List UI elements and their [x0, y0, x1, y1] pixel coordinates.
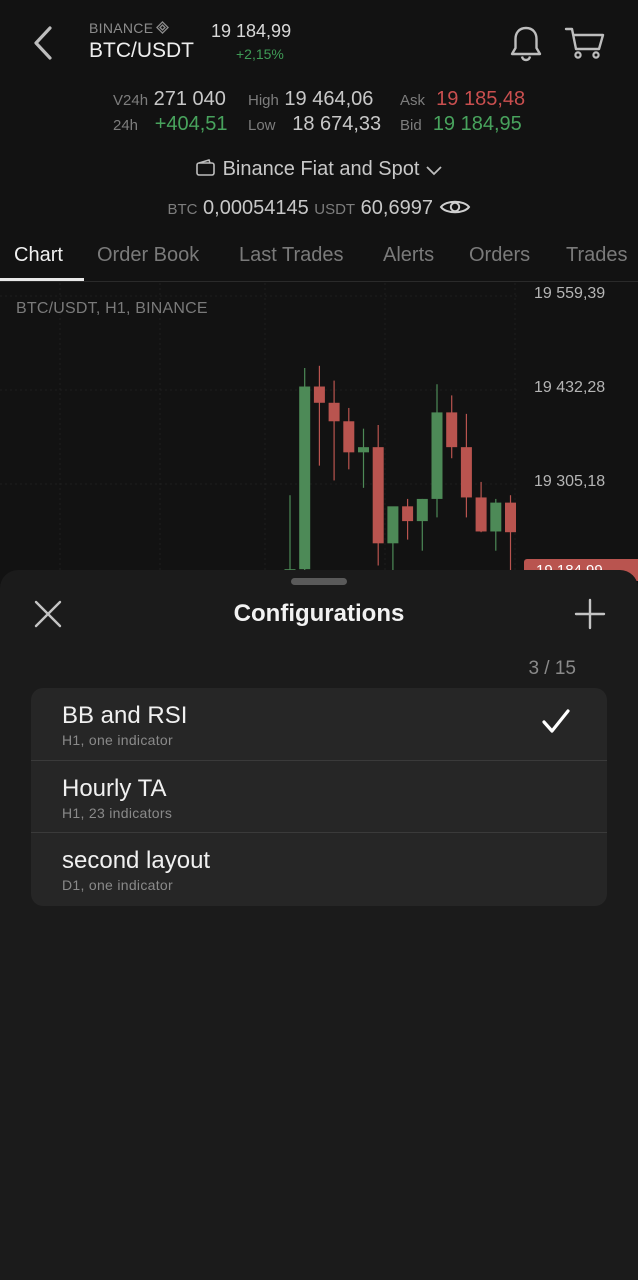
- price-chart[interactable]: BTC/USDT, H1, BINANCE 19 559,39 19 432,2…: [0, 283, 638, 583]
- configuration-name: second layout: [62, 847, 211, 874]
- cart-icon[interactable]: [564, 26, 606, 60]
- candle-body: [313, 386, 325, 403]
- configurations-count: 3 / 15: [528, 658, 576, 679]
- chart-title: BTC/USDT, H1, BINANCE: [16, 300, 208, 317]
- candle-body: [343, 421, 355, 453]
- chart-canvas: [0, 283, 520, 583]
- v24h-label: V24h: [113, 92, 149, 109]
- list-item[interactable]: Hourly TA H1, 23 indicators: [31, 761, 607, 833]
- plus-icon[interactable]: [572, 596, 608, 632]
- candle-body: [431, 412, 443, 499]
- last-price: 19 184,99: [211, 21, 292, 41]
- high-label: High: [248, 92, 279, 109]
- candle-body: [402, 506, 414, 522]
- wallet-icon: [196, 159, 215, 176]
- active-tab-indicator: [0, 278, 84, 281]
- price-axis-label: 19 305,18: [534, 473, 606, 490]
- configuration-details: D1, one indicator: [62, 877, 173, 893]
- account-selector[interactable]: Binance Fiat and Spot: [0, 158, 638, 181]
- tab-last-trades[interactable]: Last Trades: [239, 244, 344, 267]
- candle-body: [372, 447, 384, 544]
- exchange-label: BINANCE: [89, 20, 170, 36]
- balance-row: BTC 0,00054145 USDT 60,6997: [0, 197, 638, 220]
- sheet-title: Configurations: [233, 600, 405, 627]
- candle-body: [446, 412, 458, 448]
- configuration-name: Hourly TA: [62, 774, 167, 802]
- usdt-label: USDT: [314, 201, 356, 218]
- bell-icon[interactable]: [508, 24, 544, 62]
- candle-body: [505, 502, 516, 533]
- configuration-name: BB and RSI: [62, 702, 188, 729]
- list-item[interactable]: second layout D1, one indicator: [31, 833, 607, 906]
- candle-body: [299, 386, 311, 570]
- h24-label: 24h: [113, 117, 139, 134]
- pair-name[interactable]: BTC/USDT: [89, 39, 194, 63]
- btc-label: BTC: [167, 201, 198, 218]
- configuration-details: H1, 23 indicators: [62, 804, 173, 821]
- top-bar: BINANCE BTC/USDT 19 184,99 +2,15%: [0, 0, 638, 84]
- configurations-sheet: Configurations 3 / 15 BB and RSI H1, one…: [0, 570, 638, 1280]
- tab-chart[interactable]: Chart: [14, 244, 63, 267]
- tab-orders[interactable]: Orders: [469, 244, 530, 267]
- bid-label: Bid: [400, 117, 422, 134]
- list-item[interactable]: BB and RSI H1, one indicator: [31, 688, 607, 761]
- configuration-details: H1, one indicator: [62, 732, 173, 748]
- price-axis-label: 19 432,28: [534, 379, 606, 396]
- candle-body: [416, 498, 428, 522]
- candle-body: [387, 506, 399, 544]
- usdt-balance: 60,6997: [360, 197, 433, 219]
- candle-body: [358, 447, 369, 453]
- account-name: Binance Fiat and Spot: [222, 158, 420, 180]
- stats-right: Ask 19 185,48 Bid 19 184,95: [400, 88, 525, 136]
- price-change: +2,15%: [236, 46, 284, 62]
- eye-icon[interactable]: [439, 197, 471, 217]
- price-axis-label: 19 559,39: [534, 285, 606, 302]
- btc-balance: 0,00054145: [203, 197, 309, 219]
- ask-label: Ask: [400, 92, 426, 109]
- back-arrow-icon[interactable]: [28, 24, 58, 62]
- chevron-down-icon: [426, 166, 442, 176]
- stats-middle: High 19 464,06 Low 18 674,33: [248, 88, 381, 136]
- sheet-grabber[interactable]: [291, 578, 347, 585]
- h24-value: +404,51: [154, 113, 228, 135]
- bid-value: 19 184,95: [432, 113, 522, 135]
- high-value: 19 464,06: [284, 88, 374, 110]
- tab-alerts[interactable]: Alerts: [383, 244, 434, 267]
- low-value: 18 674,33: [292, 113, 382, 135]
- configurations-list: BB and RSI H1, one indicator Hourly TA H…: [31, 688, 607, 906]
- binance-logo-icon: [156, 21, 170, 34]
- candle-body: [328, 402, 340, 422]
- low-label: Low: [248, 117, 276, 134]
- candle-body: [490, 502, 502, 532]
- candle-body: [460, 447, 472, 498]
- checkmark-icon: [542, 709, 570, 733]
- tab-order-book[interactable]: Order Book: [97, 244, 199, 267]
- stats-left: V24h 271 040 24h +404,51: [113, 88, 228, 136]
- tab-trades[interactable]: Trades: [566, 244, 628, 267]
- candle-body: [475, 497, 487, 532]
- ask-value: 19 185,48: [436, 88, 526, 110]
- tab-bar: Chart Order Book Last Trades Alerts Orde…: [0, 240, 638, 282]
- v24h-value: 271 040: [153, 88, 226, 110]
